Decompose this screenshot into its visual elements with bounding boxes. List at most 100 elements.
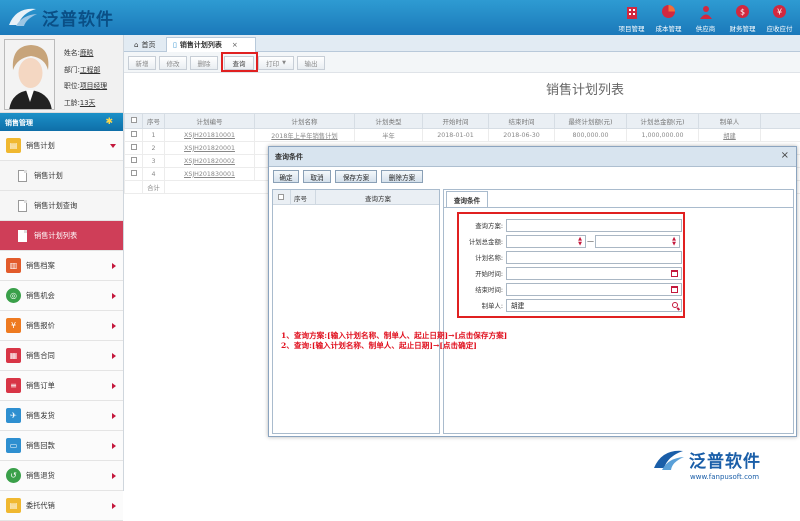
col-header[interactable]: 计划编号 [165,114,255,129]
sidebar-item-label: 销售订单 [26,381,55,391]
tab-home[interactable]: ⌂ 首页 [128,37,161,52]
col-header[interactable]: 开始时间 [423,114,489,129]
sidebar-item-sales-return[interactable]: ↺ 销售退货 [0,461,123,491]
user-title-label: 职位: [64,82,80,90]
sidebar-item-consignment[interactable]: ▤ 委托代销 [0,491,123,521]
edit-button[interactable]: 修改 [159,56,187,70]
user-age[interactable]: 13天 [80,99,95,107]
tab-sales-plan-list[interactable]: ▯ 销售计划列表 × [166,37,256,52]
sidebar-item-sales-opportunity[interactable]: ◎ 销售机会 [0,281,123,311]
footer-total-label: 合计 [143,181,165,194]
topnav-finance[interactable]: $ 财务管理 [726,2,759,33]
tab-query-conditions[interactable]: 查询条件 [446,191,488,207]
print-button[interactable]: 打印▼ [258,56,294,70]
scheme-col-seq: 序号 [294,193,307,203]
sidebar-subitem-label: 销售计划查询 [34,201,77,211]
table-header-row: 序号 计划编号 计划名称 计划类型 开始时间 结束时间 最终计划额(元) 计划总… [125,114,800,129]
svg-text:$: $ [740,8,745,17]
delete-scheme-button[interactable]: 删除方案 [381,170,423,183]
app-logo-text: 泛普软件 [42,5,114,30]
sidebar-item-label: 委托代销 [26,501,55,511]
confirm-button[interactable]: 确定 [273,170,299,183]
select-all-checkbox[interactable] [278,194,284,200]
table-row[interactable]: 1 XSJH201810001 2018年上半年销售计划 半年 2018-01-… [125,129,800,142]
row-checkbox[interactable] [125,168,143,181]
row-checkbox[interactable] [125,142,143,155]
cell: 4 [143,168,165,181]
sidebar-item-sales-contract[interactable]: ▦ 销售合同 [0,341,123,371]
plan-name-input[interactable] [506,251,682,264]
total-min-input[interactable]: ▲▼ [506,235,586,248]
user-title[interactable]: 项目经理 [80,82,107,90]
close-icon[interactable]: × [781,150,789,161]
topnav-receivable[interactable]: ¥ 应收应付 [763,2,796,33]
sidebar-item-sales-archive[interactable]: ▥ 销售档案 [0,251,123,281]
brand-url: www.fanpusoft.com [690,473,797,481]
scheme-input[interactable] [506,219,682,232]
sidebar-subitem-plan-list[interactable]: 销售计划列表 [0,221,123,251]
sidebar-item-sales-shipping[interactable]: ✈ 销售发货 [0,401,123,431]
instruction-line-2: 2、查询:[输入计划名称、制单人、起止日期]→[点击确定] [281,341,507,351]
document-icon [18,230,27,242]
topnav-supplier[interactable]: 供应商 [689,2,722,33]
sidebar-item-sales-quote[interactable]: ¥ 销售报价 [0,311,123,341]
calendar-icon[interactable] [671,270,678,277]
sidebar-subitem-label: 销售计划列表 [34,231,77,241]
start-date-input[interactable] [506,267,682,280]
cell-link[interactable]: XSJH201830001 [165,168,255,181]
topnav-project[interactable]: 项目管理 [615,2,648,33]
search-icon[interactable] [672,302,678,308]
col-header[interactable]: 结束时间 [489,114,555,129]
chevron-right-icon [112,353,116,359]
scheme-col-plan: 查询方案 [365,193,391,203]
total-max-input[interactable]: ▲▼ [595,235,680,248]
row-checkbox[interactable] [125,129,143,142]
query-highlight [221,52,258,72]
sidebar-item-sales-payment[interactable]: ▭ 销售回款 [0,431,123,461]
export-button[interactable]: 输出 [297,56,325,70]
user-panel: 姓名:鹿晗 部门:工程部 职位:项目经理 工龄:13天 [0,35,123,113]
sidebar-item-sales-order[interactable]: ≡ 销售订单 [0,371,123,401]
gear-icon[interactable]: ✱ [105,117,113,127]
end-date-input[interactable] [506,283,682,296]
col-header-blank [761,114,800,129]
scheme-label: 查询方案: [459,221,506,230]
cell-link[interactable]: 胡建 [699,129,761,142]
topnav-cost[interactable]: 成本管理 [652,2,685,33]
save-scheme-button[interactable]: 保存方案 [335,170,377,183]
instruction-note: 1、查询方案:[输入计划名称、制单人、起止日期]→[点击保存方案] 2、查询:[… [281,331,507,351]
sidebar-item-sales-plan[interactable]: ▤ 销售计划 [0,131,123,161]
add-button[interactable]: 新增 [128,56,156,70]
col-header[interactable]: 最终计划额(元) [555,114,627,129]
sidebar-subitem-sales-plan[interactable]: 销售计划 [0,161,123,191]
chevron-right-icon [112,503,116,509]
chevron-right-icon [112,473,116,479]
close-icon[interactable]: × [232,41,238,49]
col-header[interactable]: 制单人 [699,114,761,129]
user-name[interactable]: 鹿晗 [80,49,94,57]
select-all-checkbox[interactable] [125,114,143,129]
cell-link[interactable]: 2018年上半年销售计划 [255,129,355,142]
chevron-right-icon [112,383,116,389]
col-header[interactable]: 计划类型 [355,114,423,129]
home-icon: ⌂ [134,41,138,49]
cell-link[interactable]: XSJH201820001 [165,142,255,155]
spinner-icon[interactable]: ▲▼ [672,237,676,247]
plan-name-label: 计划名称: [459,253,506,262]
maker-input[interactable]: 胡建 [506,299,682,312]
sidebar-item-label: 销售发货 [26,411,55,421]
chevron-down-icon [110,144,116,148]
building-icon [623,3,640,20]
col-header: 序号 [143,114,165,129]
cell-link[interactable]: XSJH201820002 [165,155,255,168]
cell-link[interactable]: XSJH201810001 [165,129,255,142]
spinner-icon[interactable]: ▲▼ [578,237,582,247]
user-dept[interactable]: 工程部 [80,66,100,74]
sidebar-subitem-plan-query[interactable]: 销售计划查询 [0,191,123,221]
calendar-icon[interactable] [671,286,678,293]
col-header[interactable]: 计划名称 [255,114,355,129]
delete-button[interactable]: 删除 [190,56,218,70]
cancel-button[interactable]: 取消 [303,170,331,183]
col-header[interactable]: 计划总金额(元) [627,114,699,129]
row-checkbox[interactable] [125,155,143,168]
